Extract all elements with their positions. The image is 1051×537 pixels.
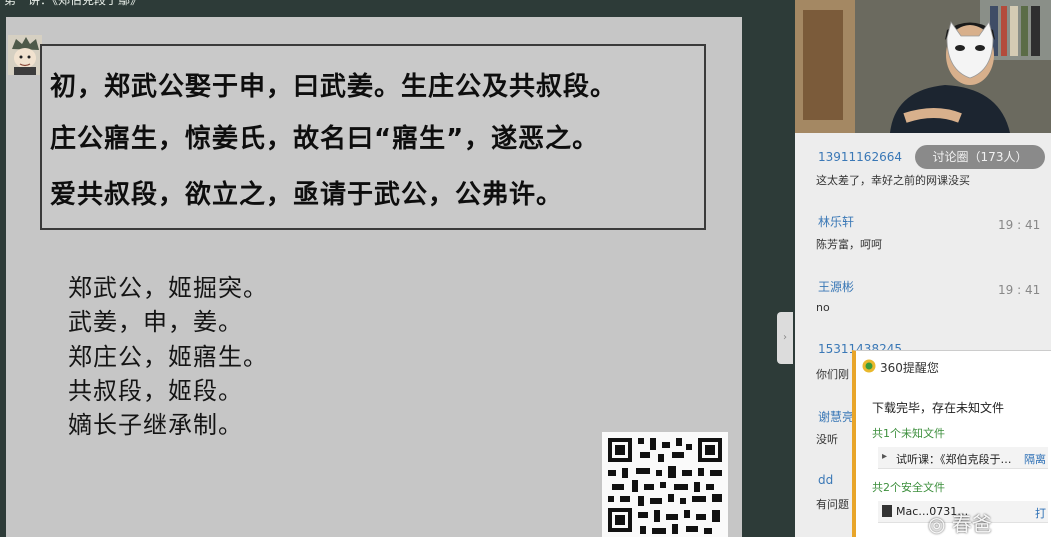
chat-timestamp: 19 : 41 (998, 218, 1041, 232)
360-logo-icon (862, 359, 876, 373)
unknown-file-row: ▸ 试听课：《郑伯克段于… 隔离 (878, 447, 1048, 469)
note-line: 共叔段，姬段。 (68, 377, 243, 405)
chat-message-text: 有问题 (816, 498, 849, 511)
popup-title: 360提醒您 (880, 361, 939, 375)
presentation-slide: 第一讲：《郑伯克段于鄢》 初，郑武公娶于申，曰武姜。生庄公及共叔段。 庄公寤生，… (0, 0, 795, 537)
qr-code-icon (602, 432, 728, 537)
file-icon (882, 505, 892, 517)
discussion-count-button[interactable]: 讨论圈（173人） (915, 145, 1045, 169)
quote-line: 初，郑武公娶于申，曰武姜。生庄公及共叔段。 (50, 72, 618, 102)
cartoon-avatar-icon (8, 35, 42, 75)
slide-title: 第一讲：《郑伯克段于鄢》 (4, 0, 143, 7)
watermark: ◎ 春爸 (928, 508, 992, 537)
chevron-right-icon: › (783, 332, 787, 343)
note-line: 郑武公，姬掘突。 (68, 274, 268, 302)
classical-text-box: 初，郑武公娶于申，曰武姜。生庄公及共叔段。 庄公寤生，惊姜氏，故名曰“寤生”，遂… (40, 44, 706, 230)
collapse-panel-handle[interactable]: › (777, 312, 793, 364)
quote-line: 爱共叔段，欲立之，亟请于武公，公弗许。 (50, 180, 564, 210)
chat-username: 王源彬 (818, 280, 855, 294)
file-name: 试听课：《郑伯克段于… (896, 453, 1012, 466)
note-line: 郑庄公，姬寤生。 (68, 343, 268, 371)
quote-line: 庄公寤生，惊姜氏，故名曰“寤生”，遂恶之。 (50, 124, 600, 154)
note-line: 嫡长子继承制。 (68, 411, 243, 439)
watermark-text: 春爸 (951, 512, 992, 536)
open-link[interactable]: 打 (1035, 505, 1046, 521)
wechat-logo-icon: ◎ (928, 512, 946, 536)
chat-username: dd (818, 473, 834, 487)
chat-message-text: no (816, 301, 830, 314)
chat-message-text: 这太差了，幸好之前的网课没买 (816, 174, 970, 187)
chat-timestamp: 19 : 41 (998, 283, 1041, 297)
chat-username: 13911162664 (818, 150, 902, 164)
unknown-files-group-link[interactable]: 共1个未知文件 (872, 425, 945, 441)
screen: 第一讲：《郑伯克段于鄢》 初，郑武公娶于申，曰武姜。生庄公及共叔段。 庄公寤生，… (0, 0, 1051, 537)
file-icon: ▸ (882, 451, 888, 462)
chat-username: 林乐轩 (818, 215, 855, 229)
chat-username: 谢慧亮 (818, 410, 855, 424)
quarantine-link[interactable]: 隔离 (1024, 451, 1046, 467)
chat-message-text: 没听 (816, 433, 838, 446)
safe-files-group-link[interactable]: 共2个安全文件 (872, 479, 945, 495)
chat-message-text: 你们刚 (816, 368, 849, 381)
chat-message-text: 陈芳富，呵呵 (816, 238, 882, 251)
teacher-webcam-video (795, 0, 1051, 133)
popup-message: 下载完毕，存在未知文件 (872, 401, 1005, 415)
note-line: 武姜，申，姜。 (68, 308, 243, 336)
